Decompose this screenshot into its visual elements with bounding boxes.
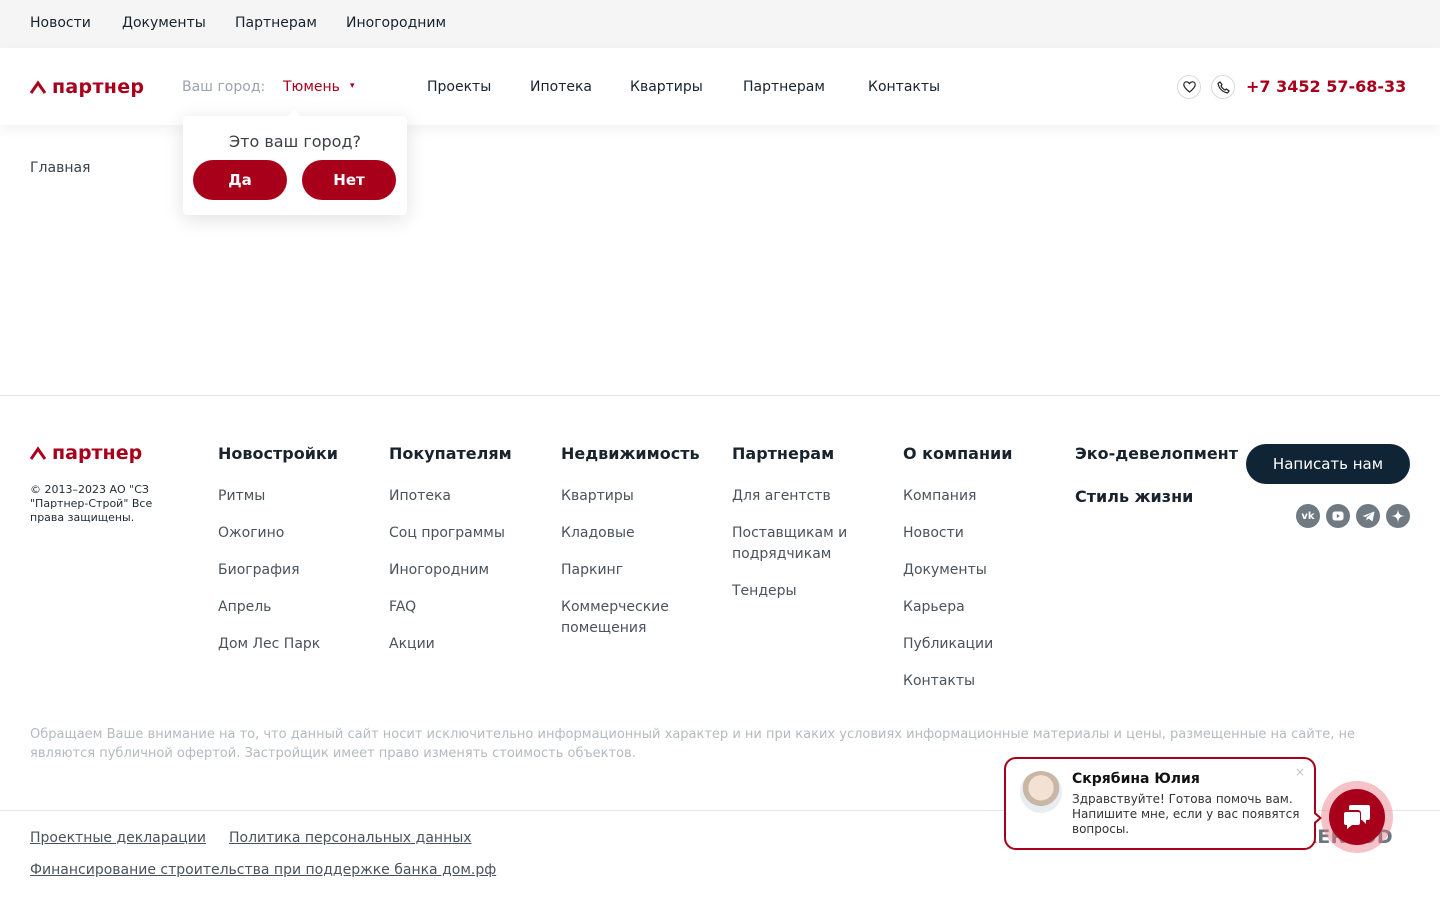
chat-agent-name: Скрябина Юлия: [1072, 771, 1200, 787]
footer-link[interactable]: Дом Лес Парк: [218, 634, 368, 655]
phone-icon: [1216, 80, 1230, 94]
footer-link[interactable]: Компания: [903, 486, 1053, 507]
footer-link[interactable]: Ритмы: [218, 486, 368, 507]
project-declarations-link[interactable]: Проектные декларации: [30, 830, 206, 846]
footer-logo-text: партнер: [52, 442, 143, 464]
footer-col-head[interactable]: Новостройки: [218, 444, 368, 463]
avatar: [1020, 771, 1062, 813]
footer-link[interactable]: Коммерческие помещения: [561, 597, 701, 639]
footer-col-realestate: Недвижимость Квартиры Кладовые Паркинг К…: [561, 444, 701, 655]
topbar-link-nonresidents[interactable]: Иногородним: [346, 15, 446, 31]
logo-text: партнер: [52, 76, 145, 98]
nav-apartments[interactable]: Квартиры: [630, 79, 703, 95]
city-no-button[interactable]: Нет: [302, 160, 396, 200]
footer-link[interactable]: Ожогино: [218, 523, 368, 544]
footer-logo[interactable]: партнер: [30, 442, 142, 464]
footer-col-head[interactable]: Недвижимость: [561, 444, 701, 463]
city-yes-button[interactable]: Да: [193, 160, 287, 200]
header: партнер Ваш город: Тюмень ▾ Проекты Ипот…: [0, 48, 1440, 125]
favorites-button[interactable]: [1177, 75, 1201, 99]
phone-number[interactable]: +7 3452 57-68-33: [1246, 77, 1406, 96]
chat-bubble-tail-inner: [1313, 813, 1319, 823]
youtube-icon[interactable]: [1326, 504, 1350, 528]
footer-col-head[interactable]: Партнерам: [732, 444, 877, 463]
footer-link[interactable]: Иногородним: [389, 560, 539, 581]
city-label: Ваш город:: [182, 79, 266, 95]
footer-link[interactable]: Публикации: [903, 634, 1053, 655]
open-chat-button[interactable]: [1329, 789, 1385, 845]
footer-link[interactable]: Паркинг: [561, 560, 701, 581]
nav-contacts[interactable]: Контакты: [868, 79, 940, 95]
city-confirm-popup: Это ваш город? Да Нет: [183, 109, 407, 215]
heart-icon: [1182, 81, 1196, 93]
footer-link[interactable]: Поставщикам и подрядчикам: [732, 523, 877, 565]
topbar-link-partners[interactable]: Партнерам: [235, 15, 317, 31]
footer-divider: [0, 395, 1440, 396]
topbar-link-documents[interactable]: Документы: [122, 15, 206, 31]
footer-link[interactable]: Для агентств: [732, 486, 877, 507]
footer-col-newbuildings: Новостройки Ритмы Ожогино Биография Апре…: [218, 444, 368, 671]
breadcrumb-home[interactable]: Главная: [30, 160, 90, 176]
privacy-policy-link[interactable]: Политика персональных данных: [229, 830, 472, 846]
footer-link[interactable]: Ипотека: [389, 486, 539, 507]
footer-lifestyle-link[interactable]: Стиль жизни: [1075, 487, 1193, 506]
topbar-link-news[interactable]: Новости: [30, 15, 91, 31]
nav-mortgage[interactable]: Ипотека: [530, 79, 592, 95]
footer-col-company: О компании Компания Новости Документы Ка…: [903, 444, 1053, 708]
top-bar: Новости Документы Партнерам Иногородним: [0, 0, 1440, 48]
chevron-down-icon[interactable]: ▾: [350, 81, 355, 91]
popup-arrow: [287, 109, 301, 117]
zen-icon[interactable]: [1386, 504, 1410, 528]
footer-link[interactable]: Тендеры: [732, 581, 877, 602]
call-button[interactable]: [1211, 75, 1235, 99]
chat-message: Здравствуйте! Готова помочь вам. Напишит…: [1072, 792, 1300, 836]
play-icon: [1332, 511, 1344, 521]
footer-link[interactable]: Карьера: [903, 597, 1053, 618]
zen-star-icon: [1391, 509, 1405, 523]
paper-plane-icon: [1362, 511, 1374, 521]
footer-link[interactable]: FAQ: [389, 597, 539, 618]
footer-link[interactable]: Апрель: [218, 597, 368, 618]
write-us-button[interactable]: Написать нам: [1246, 444, 1410, 484]
city-selector[interactable]: Тюмень: [283, 79, 340, 95]
footer-link[interactable]: Документы: [903, 560, 1053, 581]
close-icon[interactable]: ×: [1295, 765, 1305, 779]
logo[interactable]: партнер: [30, 76, 144, 98]
nav-projects[interactable]: Проекты: [427, 79, 491, 95]
chat-icon: [1344, 805, 1370, 829]
footer-col-buyers: Покупателям Ипотека Соц программы Иногор…: [389, 444, 539, 671]
footer-eco-link[interactable]: Эко-девелопмент: [1075, 444, 1238, 463]
footer-col-partners: Партнерам Для агентств Поставщикам и под…: [732, 444, 877, 618]
footer-col-head[interactable]: О компании: [903, 444, 1053, 463]
logo-roof-icon: [30, 446, 46, 460]
footer-link[interactable]: Соц программы: [389, 523, 539, 544]
footer-link[interactable]: Квартиры: [561, 486, 701, 507]
footer-link[interactable]: Контакты: [903, 671, 1053, 692]
vk-icon[interactable]: vk: [1296, 504, 1320, 528]
telegram-icon[interactable]: [1356, 504, 1380, 528]
footer-link[interactable]: Биография: [218, 560, 368, 581]
footer-col-head[interactable]: Покупателям: [389, 444, 539, 463]
logo-roof-icon: [30, 80, 46, 94]
domrf-financing-link[interactable]: Финансирование строительства при поддерж…: [30, 862, 496, 878]
footer-link[interactable]: Кладовые: [561, 523, 701, 544]
footer-link[interactable]: Новости: [903, 523, 1053, 544]
city-question: Это ваш город?: [228, 132, 362, 151]
nav-partners[interactable]: Партнерам: [743, 79, 825, 95]
chat-popup[interactable]: Скрябина Юлия Здравствуйте! Готова помоч…: [1004, 757, 1322, 850]
copyright: © 2013–2023 АО "СЗ "Партнер-Строй" Все п…: [30, 483, 153, 524]
footer-link[interactable]: Акции: [389, 634, 539, 655]
